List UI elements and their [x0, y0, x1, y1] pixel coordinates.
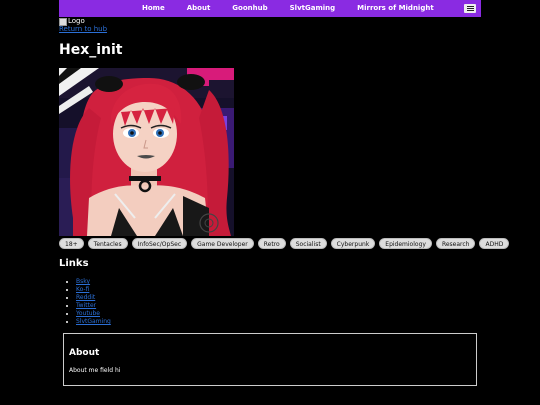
links-heading: Links [59, 258, 89, 269]
return-to-hub-link[interactable]: Return to hub [59, 25, 107, 34]
nav-goonhub-link[interactable]: Goonhub [222, 0, 277, 17]
page-title: Hex_init [59, 42, 123, 58]
tag-pill[interactable]: Tentacles [87, 238, 128, 249]
tag-pill[interactable]: 18+ [59, 238, 84, 249]
nav-about-link[interactable]: About [177, 0, 221, 17]
avatar [59, 68, 234, 236]
nav-mirrors-link[interactable]: Mirrors of Midnight [347, 0, 444, 17]
links-list: Bsky Ko-fi Reddit Twitter Youtube SlvtGa… [68, 278, 111, 326]
tag-pill[interactable]: InfoSec/OpSec [131, 238, 188, 249]
list-item: Bsky [76, 278, 111, 286]
list-item: Youtube [76, 310, 111, 318]
tag-pill[interactable]: Game Developer [191, 238, 254, 249]
list-item: Twitter [76, 302, 111, 310]
tag-pill[interactable]: Socialist [289, 238, 327, 249]
link-youtube[interactable]: Youtube [76, 310, 100, 317]
link-slvtgaming[interactable]: SlvtGaming [76, 318, 111, 325]
nav-home-link[interactable]: Home [132, 0, 175, 17]
about-heading: About [69, 348, 100, 358]
avatar-portrait [59, 68, 234, 236]
link-reddit[interactable]: Reddit [76, 294, 95, 301]
list-item: Ko-fi [76, 286, 111, 294]
tag-pill[interactable]: Epidemiology [379, 238, 432, 249]
link-twitter[interactable]: Twitter [76, 302, 96, 309]
list-item: Reddit [76, 294, 111, 302]
hamburger-menu-icon[interactable] [464, 4, 476, 13]
tag-pill[interactable]: Cyberpunk [330, 238, 376, 249]
list-item: SlvtGaming [76, 318, 111, 326]
link-bsky[interactable]: Bsky [76, 278, 90, 285]
nav-slvtgaming-link[interactable]: SlvtGaming [280, 0, 346, 17]
tag-list: 18+ Tentacles InfoSec/OpSec Game Develop… [59, 238, 510, 249]
link-kofi[interactable]: Ko-fi [76, 286, 89, 293]
top-navbar: Home About Goonhub SlvtGaming Mirrors of… [59, 0, 481, 17]
nav-links: Home About Goonhub SlvtGaming Mirrors of… [132, 0, 444, 17]
tag-pill[interactable]: Research [435, 238, 476, 249]
tag-pill[interactable]: ADHD [479, 238, 510, 249]
about-section: About About me field hi [63, 333, 477, 386]
tag-pill[interactable]: Retro [257, 238, 286, 249]
about-text: About me field hi [69, 367, 121, 374]
